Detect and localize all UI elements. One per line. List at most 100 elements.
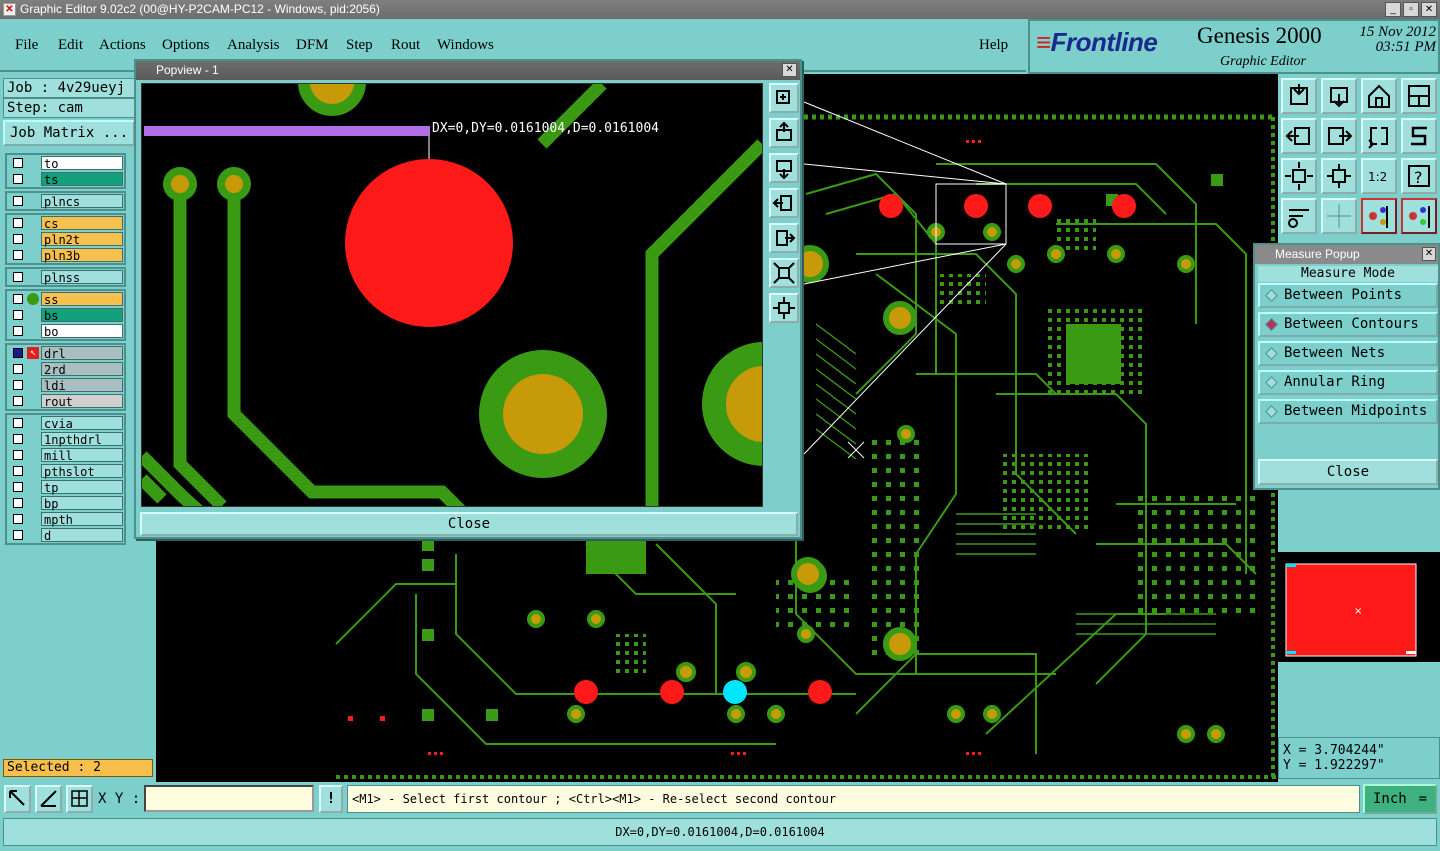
layer-name[interactable]: ldi [41,378,123,393]
measure-option-between-nets[interactable]: Between Nets [1258,341,1438,366]
popview-close-icon[interactable]: ✕ [782,63,797,77]
grid-snap-icon[interactable] [66,785,93,813]
net-colors-icon[interactable] [1401,198,1437,234]
zoom-down-icon[interactable] [1321,78,1357,114]
grid-icon[interactable] [1321,198,1357,234]
measure-close-button[interactable]: Close [1258,459,1438,485]
layer-name[interactable]: 1npthdrl [41,432,123,447]
popview-pan-down-icon[interactable] [769,153,799,183]
layer-name[interactable]: plnss [41,270,123,285]
window-view-icon[interactable] [1401,78,1437,114]
select-tool-icon[interactable] [4,785,31,813]
layer-checkbox[interactable] [13,310,23,320]
layer-checkbox[interactable] [13,434,23,444]
popview-close-button[interactable]: Close [140,512,798,536]
units-selector[interactable]: Inch = [1363,784,1437,814]
layer-name[interactable]: bp [41,496,123,511]
layer-row-plnss[interactable]: plnss [7,269,124,285]
layer-name[interactable]: cs [41,216,123,231]
menu-file[interactable]: File [15,37,38,54]
maximize-button[interactable]: ▫ [1403,2,1419,17]
layer-row-cs[interactable]: cs [7,215,124,231]
popview-canvas[interactable]: DX=0,DY=0.0161004,D=0.0161004 [141,83,763,507]
popview-pan-up-icon[interactable] [769,118,799,148]
menu-step[interactable]: Step [346,37,373,54]
popview-zoom-out-icon[interactable] [769,293,799,323]
layer-name[interactable]: pln3b [41,248,123,263]
menu-analysis[interactable]: Analysis [227,37,280,54]
layer-name[interactable]: pln2t [41,232,123,247]
zoom-ratio-icon[interactable]: 1:2 [1361,158,1397,194]
layer-name[interactable]: rout [41,394,123,409]
layer-row-tp[interactable]: tp [7,479,124,495]
zoom-fit-icon[interactable] [1281,158,1317,194]
layer-checkbox[interactable] [13,234,23,244]
layer-checkbox[interactable] [13,218,23,228]
menu-edit[interactable]: Edit [58,37,83,54]
layer-row-plncs[interactable]: plncs [7,193,124,209]
layer-row-ts[interactable]: ts [7,171,124,187]
layer-name[interactable]: ts [41,172,123,187]
layer-checkbox[interactable] [13,514,23,524]
menu-actions[interactable]: Actions [99,37,146,54]
settings-tools-icon[interactable] [1281,198,1317,234]
menu-windows[interactable]: Windows [437,37,494,54]
layer-checkbox[interactable] [13,196,23,206]
help-query-icon[interactable]: ? [1401,158,1437,194]
layer-row-d[interactable]: d [7,527,124,543]
layer-row-drl[interactable]: ↖ drl [7,345,124,361]
layer-checkbox[interactable] [13,380,23,390]
layer-checkbox[interactable] [13,364,23,374]
layer-name[interactable]: bs [41,308,123,323]
menu-help[interactable]: Help [979,37,1008,54]
layer-name[interactable]: bo [41,324,123,339]
layer-row-mpth[interactable]: mpth [7,511,124,527]
layer-name[interactable]: 2rd [41,362,123,377]
layer-checkbox[interactable] [13,158,23,168]
overview-map[interactable]: × [1278,552,1440,662]
layer-name[interactable]: cvia [41,416,123,431]
layer-checkbox[interactable] [13,174,23,184]
layer-row-rout[interactable]: rout [7,393,124,409]
layer-checkbox[interactable] [13,294,23,304]
layer-row-pln2t[interactable]: pln2t [7,231,124,247]
pan-right-icon[interactable] [1321,118,1357,154]
layer-row-bp[interactable]: bp [7,495,124,511]
layer-checkbox[interactable] [13,498,23,508]
layer-name[interactable]: tp [41,480,123,495]
popview-zoom-fit-icon[interactable] [769,258,799,288]
layer-checkbox[interactable] [13,530,23,540]
layer-name[interactable]: mpth [41,512,123,527]
home-view-icon[interactable] [1361,78,1397,114]
layer-row-1npthdrl[interactable]: 1npthdrl [7,431,124,447]
layer-name[interactable]: drl [41,346,123,361]
layer-checkbox[interactable] [13,326,23,336]
snap-icon[interactable] [1401,118,1437,154]
measure-option-annular-ring[interactable]: Annular Ring [1258,370,1438,395]
layer-row-ss[interactable]: ss [7,291,124,307]
layer-checkbox[interactable] [13,450,23,460]
layer-checkbox[interactable] [13,250,23,260]
minimize-button[interactable]: _ [1385,2,1401,17]
layer-row-bo[interactable]: bo [7,323,124,339]
popview-pan-right-icon[interactable] [769,223,799,253]
layer-colors-icon[interactable] [1361,198,1397,234]
measure-option-between-contours[interactable]: Between Contours [1258,312,1438,337]
layer-row-bs[interactable]: bs [7,307,124,323]
layer-name[interactable]: ss [41,292,123,307]
measure-option-between-points[interactable]: Between Points [1258,283,1438,308]
xy-input[interactable] [144,785,314,812]
layer-checkbox[interactable] [13,272,23,282]
layer-checkbox[interactable] [13,466,23,476]
layer-name[interactable]: pthslot [41,464,123,479]
layer-checkbox[interactable] [13,396,23,406]
layer-row-to[interactable]: to [7,155,124,171]
close-window-button[interactable]: ✕ [1421,2,1437,17]
layer-name[interactable]: plncs [41,194,123,209]
warning-button[interactable]: ! [319,785,343,813]
layer-row-mill[interactable]: mill [7,447,124,463]
pan-left-icon[interactable] [1281,118,1317,154]
layer-row-2rd[interactable]: 2rd [7,361,124,377]
popview-pan-left-icon[interactable] [769,188,799,218]
redraw-icon[interactable] [1361,118,1397,154]
